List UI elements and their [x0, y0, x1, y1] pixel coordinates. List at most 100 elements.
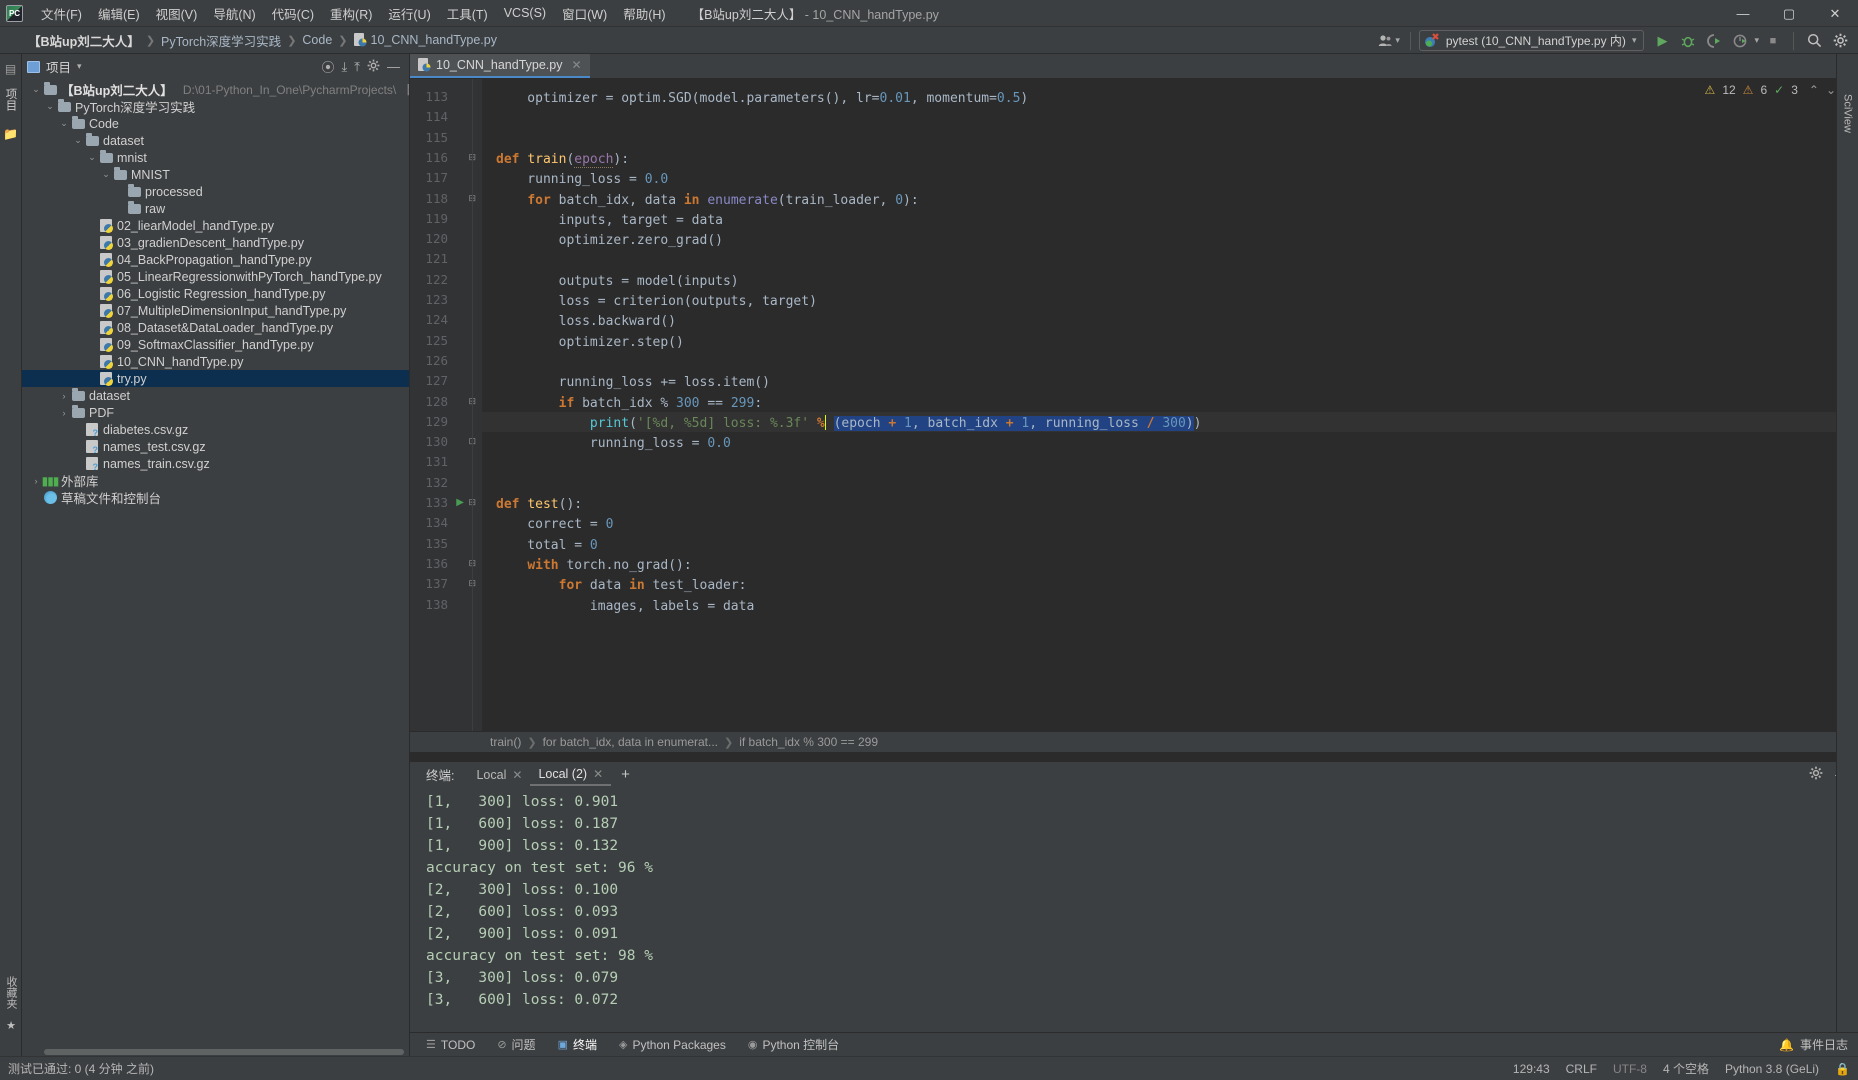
locate-file-icon[interactable]: ⦿ [321, 57, 334, 76]
scrollbar-thumb[interactable] [44, 1049, 404, 1055]
caret-position[interactable]: 129:43 [1513, 1062, 1550, 1076]
menu-window[interactable]: 窗口(W) [554, 1, 615, 26]
terminal-output[interactable]: [1, 300] loss: 0.901 [1, 600] loss: 0.187… [410, 787, 1858, 1032]
toolwindow-button-console[interactable]: ◉ Python 控制台 [748, 1036, 839, 1053]
code-breadcrumb-item[interactable]: if batch_idx % 300 == 299 [739, 735, 878, 749]
menu-navigate[interactable]: 导航(N) [205, 1, 263, 26]
tree-row[interactable]: diabetes.csv.gz [22, 421, 409, 438]
line-separator[interactable]: CRLF [1566, 1062, 1597, 1076]
editor-tab-10-cnn[interactable]: 10_CNN_handType.py ✕ [410, 54, 590, 78]
chevron-right-icon[interactable]: › [30, 476, 42, 486]
tree-row[interactable]: raw [22, 200, 409, 217]
tree-row[interactable]: ⌄ 【B站up刘二大人】 D:\01-Python_In_One\PycharmPr… [22, 81, 409, 98]
project-file-tree[interactable]: ⌄ 【B站up刘二大人】 D:\01-Python_In_One\PycharmPr… [22, 79, 409, 1047]
chevron-right-icon[interactable]: › [58, 391, 70, 401]
code-line[interactable]: if batch_idx % 300 == 299: [482, 394, 763, 414]
breadcrumb-item[interactable]: Code [302, 33, 332, 47]
code-line[interactable]: loss.backward() [482, 312, 676, 332]
code-breadcrumb-item[interactable]: for batch_idx, data in enumerat... [543, 735, 718, 749]
maximize-button[interactable]: ▢ [1766, 0, 1812, 27]
editor-horizontal-scrollbar[interactable] [410, 752, 1858, 761]
code-line[interactable]: outputs = model(inputs) [482, 272, 739, 292]
code-line[interactable]: def test(): [482, 495, 582, 515]
run-gutter-icon[interactable]: ▶ [456, 497, 464, 508]
run-coverage-button[interactable] [1702, 30, 1726, 52]
chevron-right-icon[interactable]: › [58, 408, 70, 418]
terminal-tab[interactable]: Local ✕ [468, 765, 530, 785]
menu-help[interactable]: 帮助(H) [615, 1, 673, 26]
tree-row[interactable]: names_train.csv.gz [22, 455, 409, 472]
tree-row[interactable]: processed [22, 183, 409, 200]
tree-row[interactable]: › ▮▮▮ 外部库 [22, 472, 409, 490]
code-line[interactable]: running_loss += loss.item() [482, 373, 770, 393]
expand-all-icon[interactable]: ⤓ [342, 59, 348, 75]
prev-problem-icon[interactable]: ⌃ [1809, 83, 1819, 97]
new-terminal-tab-button[interactable]: + [621, 766, 630, 783]
tree-row[interactable]: 08_Dataset&DataLoader_handType.py [22, 319, 409, 336]
tree-row[interactable]: 04_BackPropagation_handType.py [22, 251, 409, 268]
tree-row[interactable]: ⌄ MNIST [22, 166, 409, 183]
menu-tools[interactable]: 工具(T) [439, 1, 496, 26]
close-icon[interactable]: ✕ [593, 767, 603, 781]
debug-button[interactable] [1676, 30, 1700, 52]
code-line[interactable]: def train(epoch): [482, 150, 629, 170]
terminal-settings-gear-icon[interactable] [1809, 766, 1823, 783]
chevron-down-icon[interactable]: ▾ [77, 61, 82, 72]
tree-row[interactable]: 05_LinearRegressionwithPyTorch_handType.… [22, 268, 409, 285]
tree-row[interactable]: 02_liearModel_handType.py [22, 217, 409, 234]
menu-vcs[interactable]: VCS(S) [496, 3, 554, 23]
code-line[interactable]: for data in test_loader: [482, 576, 747, 596]
chevron-down-icon[interactable]: ⌄ [30, 84, 42, 95]
code-line[interactable]: running_loss = 0.0 [482, 170, 668, 190]
code-line[interactable]: with torch.no_grad(): [482, 556, 691, 576]
chevron-down-icon[interactable]: ▾ [1632, 35, 1637, 46]
code-breadcrumb[interactable]: train() ❯ for batch_idx, data in enumerat.… [410, 731, 1858, 752]
code-line[interactable]: optimizer.zero_grad() [482, 231, 723, 251]
code-editor[interactable]: 113114115116⊟117118⊟11912012112212312412… [410, 79, 1858, 731]
settings-gear-icon[interactable] [1828, 30, 1852, 52]
minimize-button[interactable]: — [1720, 0, 1766, 27]
code-line[interactable]: total = 0 [482, 536, 597, 556]
chevron-down-icon[interactable]: ⌄ [86, 152, 98, 163]
close-icon[interactable]: ✕ [512, 768, 522, 782]
hide-panel-icon[interactable]: — [387, 59, 400, 74]
lock-icon[interactable]: 🔒 [1835, 1062, 1850, 1076]
menu-file[interactable]: 文件(F) [33, 1, 90, 26]
project-horizontal-scrollbar[interactable] [22, 1047, 409, 1056]
code-text-area[interactable]: optimizer = optim.SGD(model.parameters()… [482, 79, 1858, 731]
menu-refactor[interactable]: 重构(R) [322, 1, 380, 26]
python-interpreter[interactable]: Python 3.8 (GeLi) [1725, 1062, 1819, 1076]
chevron-down-icon[interactable]: ⌄ [72, 135, 84, 146]
tree-row[interactable]: ⌄ Code [22, 115, 409, 132]
code-line[interactable]: images, labels = data [482, 597, 754, 617]
chevron-down-icon[interactable]: ⌄ [100, 169, 112, 180]
tree-row[interactable]: ⌄ PyTorch深度学习实践 [22, 98, 409, 115]
search-icon[interactable] [1802, 30, 1826, 52]
code-line[interactable]: correct = 0 [482, 515, 613, 535]
collapse-all-icon[interactable]: ⤒ [354, 59, 360, 75]
tree-row[interactable]: 草稿文件和控制台 [22, 489, 409, 506]
toolwindow-button-packages[interactable]: ◈ Python Packages [619, 1038, 726, 1052]
code-line[interactable]: print('[%d, %5d] loss: %.3f' % (epoch + … [482, 414, 1201, 434]
profile-button[interactable] [1728, 30, 1752, 52]
stop-button[interactable]: ■ [1761, 30, 1785, 52]
run-button[interactable]: ▶ [1650, 30, 1674, 52]
breadcrumb-item[interactable]: PyTorch深度学习实践 [161, 31, 281, 50]
menu-code[interactable]: 代码(C) [264, 1, 322, 26]
panel-settings-gear-icon[interactable] [367, 59, 380, 75]
next-problem-icon[interactable]: ⌄ [1826, 83, 1836, 97]
code-line[interactable]: inputs, target = data [482, 211, 723, 231]
chevron-down-icon[interactable]: ⌄ [44, 101, 56, 112]
sidebar-tab-project[interactable]: 项目 [3, 88, 19, 111]
tree-row[interactable]: › PDF [22, 404, 409, 421]
code-line[interactable]: loss = criterion(outputs, target) [482, 292, 817, 312]
toolwindow-button-todo[interactable]: ☰ TODO [426, 1038, 475, 1052]
code-line[interactable]: optimizer = optim.SGD(model.parameters()… [482, 89, 1028, 109]
toolwindow-button-terminal[interactable]: ▣ 终端 [558, 1036, 597, 1053]
user-icon[interactable] [1373, 30, 1397, 52]
code-line[interactable]: optimizer.step() [482, 333, 684, 353]
event-log-button[interactable]: 🔔 事件日志 [1779, 1036, 1848, 1053]
sidebar-tab-favorites[interactable]: 收藏夹 [3, 976, 19, 1009]
chevron-down-icon[interactable]: ▾ [1754, 35, 1759, 46]
menu-edit[interactable]: 编辑(E) [90, 1, 148, 26]
